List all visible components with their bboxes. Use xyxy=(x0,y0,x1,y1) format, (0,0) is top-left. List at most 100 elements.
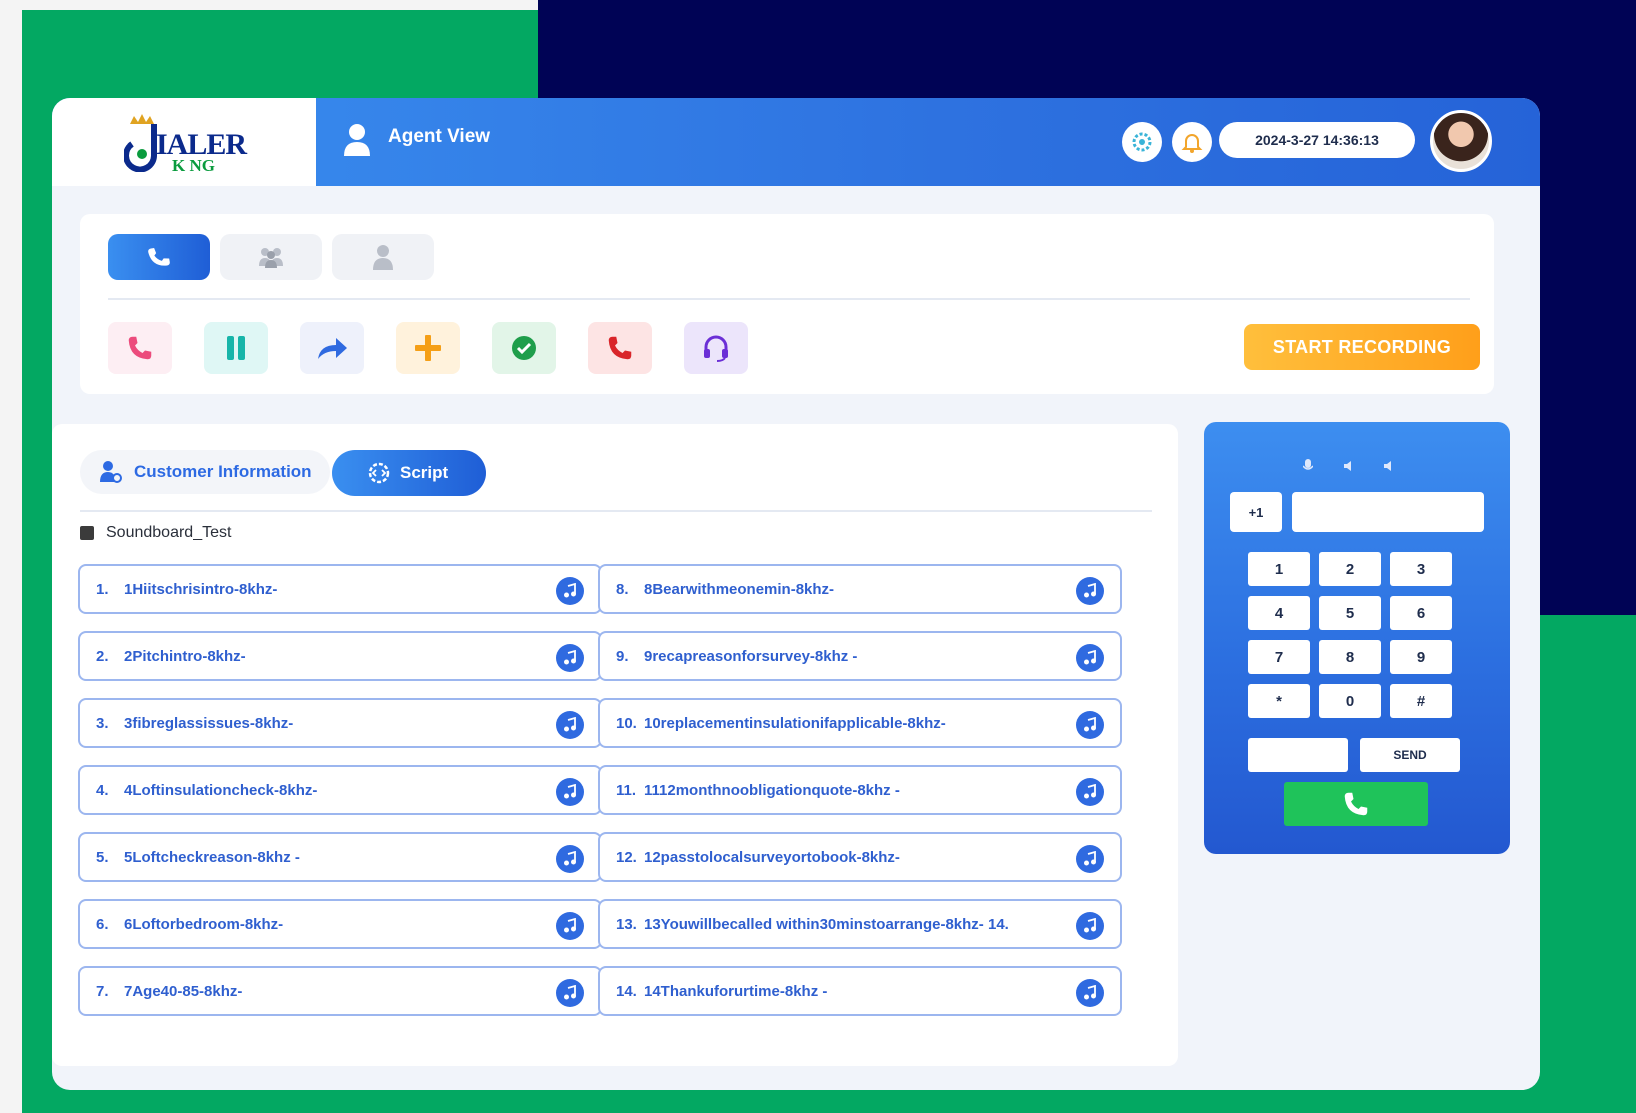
hangup-icon xyxy=(608,336,632,360)
mode-single-user-button[interactable] xyxy=(332,234,434,280)
keypad-key[interactable]: 6 xyxy=(1390,596,1452,630)
soundboard-item[interactable]: 3. 3fibreglassissues-8khz- xyxy=(78,698,602,748)
soundboard-item-number: 10. xyxy=(616,714,637,732)
soundboard-item-number: 1. xyxy=(96,580,109,598)
music-play-icon[interactable] xyxy=(556,912,584,940)
soundboard-icon xyxy=(80,526,94,540)
keypad-key[interactable]: 7 xyxy=(1248,640,1310,674)
complete-button[interactable] xyxy=(492,322,556,374)
logo-text-bottom: K NG xyxy=(172,156,215,175)
forward-button[interactable] xyxy=(300,322,364,374)
soundboard-item[interactable]: 5. 5Loftcheckreason-8khz - xyxy=(78,832,602,882)
soundboard-item[interactable]: 2. 2Pitchintro-8khz- xyxy=(78,631,602,681)
keypad-key[interactable]: 3 xyxy=(1390,552,1452,586)
music-play-icon[interactable] xyxy=(556,644,584,672)
keypad-key[interactable]: 0 xyxy=(1319,684,1381,718)
keypad-key[interactable]: 2 xyxy=(1319,552,1381,586)
customer-icon xyxy=(100,461,122,483)
dial-call-button[interactable] xyxy=(1284,782,1428,826)
music-play-icon[interactable] xyxy=(556,711,584,739)
soundboard-item[interactable]: 10. 10replacementinsulationifapplicable-8… xyxy=(598,698,1122,748)
soundboard-item[interactable]: 7. 7Age40-85-8khz- xyxy=(78,966,602,1016)
agent-app-window: IALER K NG Agent View 2024-3-27 14:36:13 xyxy=(52,98,1540,1090)
soundboard-item-label: 13Youwillbecalled within30minstoarrange-… xyxy=(644,915,1009,933)
soundboard-item-label: 1Hiitschrisintro-8khz- xyxy=(124,580,278,598)
add-icon xyxy=(415,335,441,361)
mode-phone-button[interactable] xyxy=(108,234,210,280)
soundboard-item[interactable]: 11. 1112monthnoobligationquote-8khz - xyxy=(598,765,1122,815)
call-icon xyxy=(128,336,152,360)
start-recording-button[interactable]: START RECORDING xyxy=(1244,324,1480,370)
music-play-icon[interactable] xyxy=(1076,644,1104,672)
group-icon xyxy=(259,248,283,268)
pause-icon xyxy=(227,336,245,360)
send-button[interactable]: SEND xyxy=(1360,738,1460,772)
soundboard-item-number: 3. xyxy=(96,714,109,732)
music-play-icon[interactable] xyxy=(1076,912,1104,940)
soundboard-item-label: 5Loftcheckreason-8khz - xyxy=(124,848,300,866)
dtmf-input[interactable] xyxy=(1248,738,1348,772)
mode-group-button[interactable] xyxy=(220,234,322,280)
music-play-icon[interactable] xyxy=(1076,845,1104,873)
country-code-select[interactable]: +1 xyxy=(1230,492,1282,532)
keypad-key[interactable]: 5 xyxy=(1319,596,1381,630)
music-play-icon[interactable] xyxy=(1076,711,1104,739)
tab-script[interactable]: Script xyxy=(332,450,486,496)
music-play-icon[interactable] xyxy=(556,778,584,806)
soundboard-item-label: 3fibreglassissues-8khz- xyxy=(124,714,294,732)
soundboard-item-label: 4Loftinsulationcheck-8khz- xyxy=(124,781,318,799)
page-title: Agent View xyxy=(388,126,491,147)
script-divider xyxy=(80,510,1152,512)
soundboard-item-label: 6Loftorbedroom-8khz- xyxy=(124,915,284,933)
notifications-button[interactable] xyxy=(1172,122,1212,162)
hangup-button[interactable] xyxy=(588,322,652,374)
tab-script-label: Script xyxy=(400,463,449,482)
keypad-key[interactable]: 9 xyxy=(1390,640,1452,674)
soundboard-item-number: 12. xyxy=(616,848,637,866)
top-bar: IALER K NG Agent View 2024-3-27 14:36:13 xyxy=(52,98,1540,186)
avatar[interactable] xyxy=(1430,110,1492,172)
logo[interactable]: IALER K NG xyxy=(52,98,316,186)
tab-customer-information[interactable]: Customer Information xyxy=(80,450,330,494)
soundboard-item-number: 6. xyxy=(96,915,109,933)
settings-icon xyxy=(1132,132,1152,152)
call-button[interactable] xyxy=(108,322,172,374)
headset-button[interactable] xyxy=(684,322,748,374)
soundboard-item-label: 8Bearwithmeonemin-8khz- xyxy=(644,580,835,598)
keypad-key[interactable]: 8 xyxy=(1319,640,1381,674)
keypad-key[interactable]: 4 xyxy=(1248,596,1310,630)
soundboard-item-number: 4. xyxy=(96,781,109,799)
dialer-panel: +1 1 2 3 4 5 6 7 8 9 * 0 # SEND xyxy=(1204,422,1510,854)
keypad-key[interactable]: * xyxy=(1248,684,1310,718)
soundboard-item[interactable]: 12. 12passtolocalsurveyortobook-8khz- xyxy=(598,832,1122,882)
soundboard-item[interactable]: 6. 6Loftorbedroom-8khz- xyxy=(78,899,602,949)
controls-divider xyxy=(108,298,1470,300)
music-play-icon[interactable] xyxy=(1076,577,1104,605)
settings-button[interactable] xyxy=(1122,122,1162,162)
keypad-key[interactable]: # xyxy=(1390,684,1452,718)
user-icon xyxy=(344,124,370,156)
soundboard-item[interactable]: 8. 8Bearwithmeonemin-8khz- xyxy=(598,564,1122,614)
soundboard-item[interactable]: 13. 13Youwillbecalled within30minstoarran… xyxy=(598,899,1122,949)
soundboard-item-number: 8. xyxy=(616,580,629,598)
volume-down-icon[interactable] xyxy=(1340,458,1356,474)
add-button[interactable] xyxy=(396,322,460,374)
pause-button[interactable] xyxy=(204,322,268,374)
music-play-icon[interactable] xyxy=(556,979,584,1007)
soundboard-item[interactable]: 9. 9recapreasonforsurvey-8khz - xyxy=(598,631,1122,681)
soundboard-item-label: 7Age40-85-8khz- xyxy=(124,982,243,1000)
music-play-icon[interactable] xyxy=(1076,778,1104,806)
music-play-icon[interactable] xyxy=(556,845,584,873)
soundboard-item-number: 14. xyxy=(616,982,637,1000)
soundboard-item-number: 9. xyxy=(616,647,629,665)
soundboard-item[interactable]: 1. 1Hiitschrisintro-8khz- xyxy=(78,564,602,614)
music-play-icon[interactable] xyxy=(1076,979,1104,1007)
keypad-key[interactable]: 1 xyxy=(1248,552,1310,586)
soundboard-item[interactable]: 4. 4Loftinsulationcheck-8khz- xyxy=(78,765,602,815)
soundboard-item-number: 7. xyxy=(96,982,109,1000)
microphone-icon[interactable] xyxy=(1300,458,1316,474)
phone-number-input[interactable] xyxy=(1292,492,1484,532)
volume-up-icon[interactable] xyxy=(1380,458,1396,474)
music-play-icon[interactable] xyxy=(556,577,584,605)
soundboard-item[interactable]: 14. 14Thankuforurtime-8khz - xyxy=(598,966,1122,1016)
